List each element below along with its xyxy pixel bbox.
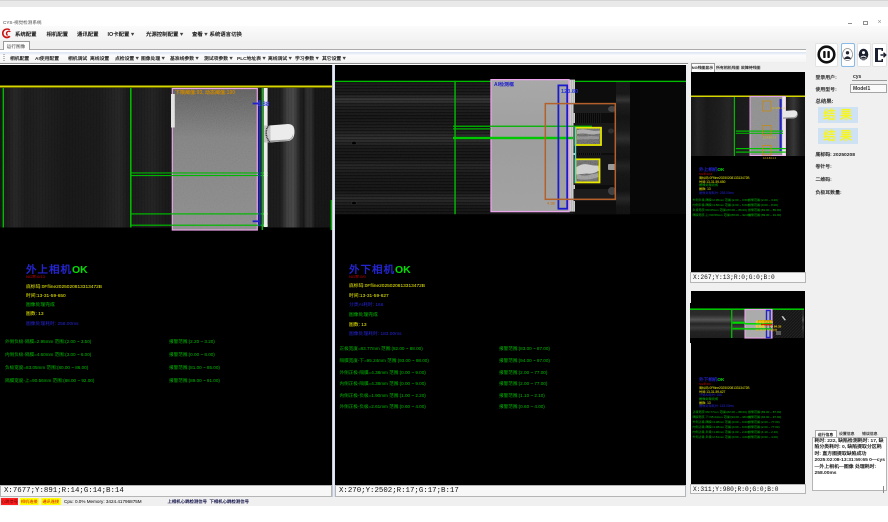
- svg-text:检测值:84.35: 检测值:84.35: [756, 320, 774, 324]
- svg-text:下限阈值:93, 动态阈值:100: 下限阈值:93, 动态阈值:100: [175, 89, 235, 96]
- svg-text:检测值:12.40 84.35: 检测值:12.40 84.35: [756, 324, 782, 328]
- svg-text:3.88: 3.88: [258, 102, 270, 108]
- svg-text:12.4-84.1 4: 12.4-84.1 4: [763, 156, 777, 160]
- svg-text:12.40-84.1 检测值: 12.40-84.1 检测值: [756, 328, 778, 332]
- svg-text:AI检测框: AI检测框: [494, 81, 514, 88]
- svg-text:12.4-84.1 4: 12.4-84.1 4: [772, 106, 786, 110]
- svg-text:4.38: 4.38: [547, 201, 556, 206]
- svg-text:12.4-84.1 4: 12.4-84.1 4: [763, 136, 777, 140]
